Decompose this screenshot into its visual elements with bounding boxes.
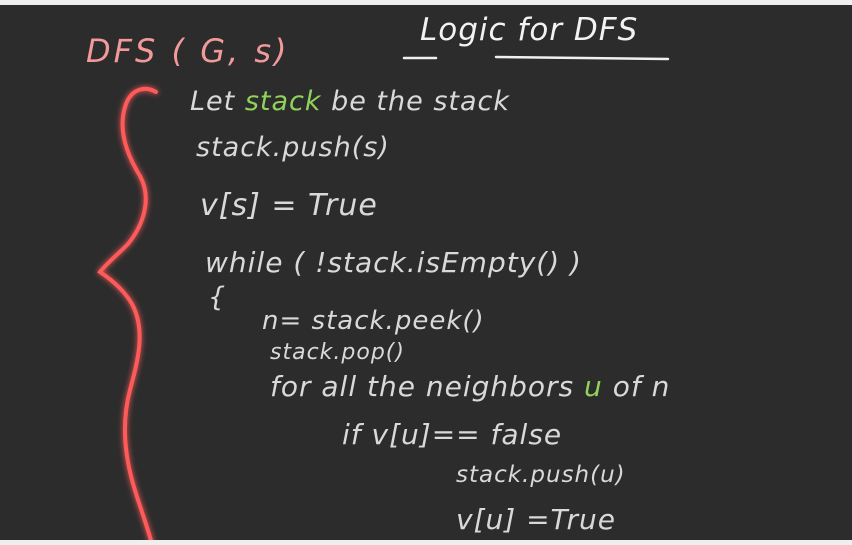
chalkboard: Logic for DFS DFS ( G, s) Let stack be t… <box>0 0 852 545</box>
title-underline-right <box>494 55 670 61</box>
bottom-edge-bar <box>0 540 852 545</box>
annotation-layer <box>97 55 670 545</box>
curly-brace-icon <box>97 86 158 545</box>
